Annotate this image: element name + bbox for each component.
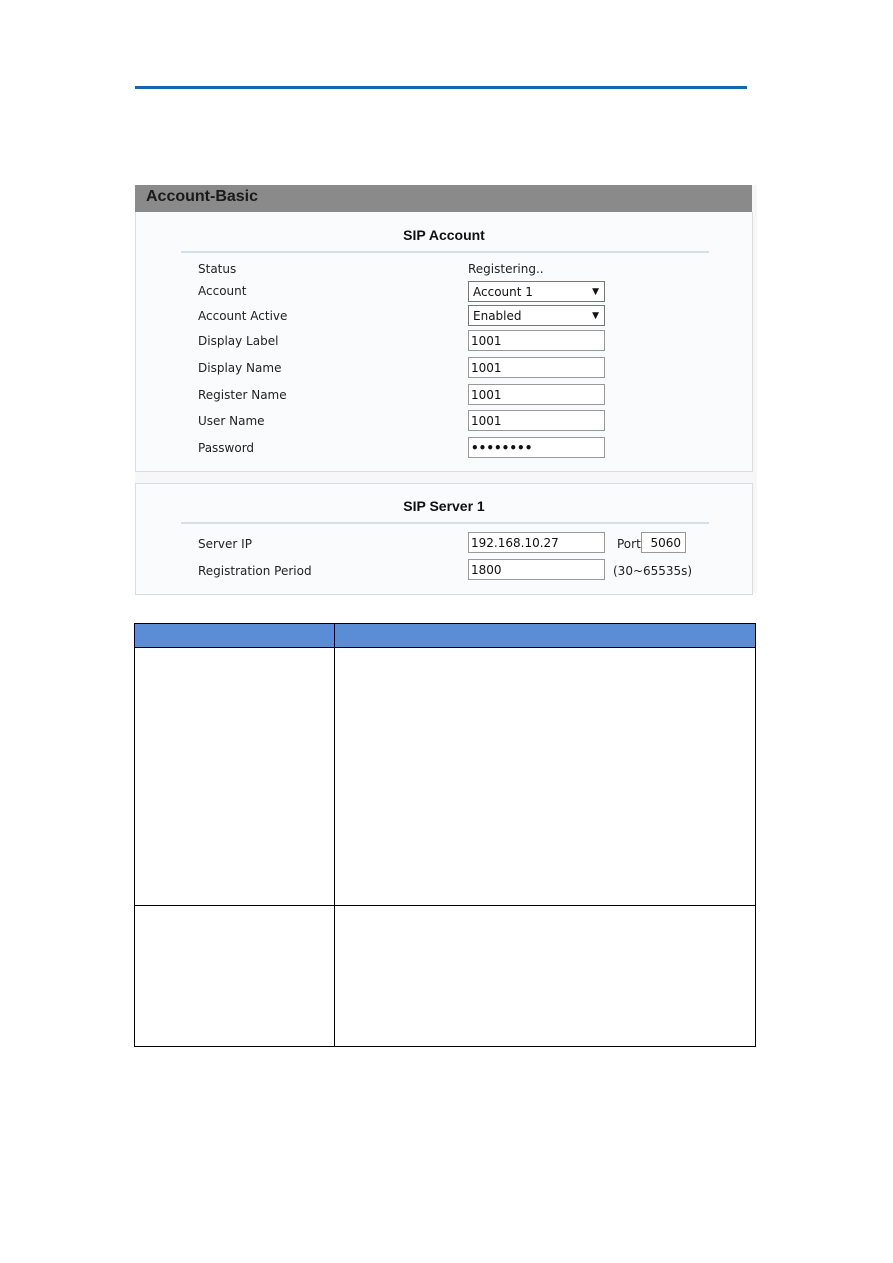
header-cell: [334, 623, 756, 648]
account-select-value: Account 1: [473, 285, 533, 299]
account-basic-screenshot: Account-Basic SIP Account Status Registe…: [135, 185, 757, 595]
status-value: Registering..: [468, 262, 544, 276]
parameter-table: [134, 623, 756, 1047]
display-label-input[interactable]: 1001: [468, 330, 605, 351]
registration-period-label: Registration Period: [198, 564, 312, 578]
register-name-input[interactable]: 1001: [468, 384, 605, 405]
user-name-label: User Name: [198, 414, 265, 428]
section-title: SIP Server 1: [403, 498, 485, 514]
status-label: Status: [198, 262, 237, 276]
account-active-value: Enabled: [473, 309, 522, 323]
section-title: SIP Account: [403, 227, 485, 243]
page-title: Account-Basic: [146, 188, 259, 205]
table-row: [134, 905, 756, 1047]
port-input[interactable]: 5060: [641, 532, 686, 553]
registration-period-input[interactable]: 1800: [468, 559, 605, 580]
header-rule: [135, 86, 747, 89]
server-ip-input[interactable]: 192.168.10.27: [468, 532, 605, 553]
password-label: Password: [198, 441, 255, 455]
table-cell: [334, 647, 756, 906]
table-cell: [134, 647, 335, 906]
password-input[interactable]: ••••••••: [468, 437, 605, 458]
dropdown-arrow-icon: ▼: [592, 311, 599, 321]
header-cell: [134, 623, 335, 648]
register-name-label: Register Name: [198, 388, 287, 402]
port-label: Port: [617, 537, 641, 551]
table-header-row: [134, 623, 756, 648]
display-name-input[interactable]: 1001: [468, 357, 605, 378]
table-row: [134, 647, 756, 906]
page-header-bar: Account-Basic: [135, 185, 752, 212]
server-ip-label: Server IP: [198, 537, 252, 551]
account-label: Account: [198, 284, 247, 298]
table-cell: [334, 905, 756, 1047]
sip-account-panel: SIP Account Status Registering.. Account…: [135, 212, 753, 472]
registration-period-hint: (30~65535s): [613, 564, 693, 578]
account-active-label: Account Active: [198, 309, 288, 323]
display-name-label: Display Name: [198, 361, 282, 375]
sip-server-panel: SIP Server 1 Server IP 192.168.10.27 Por…: [135, 483, 753, 595]
table-cell: [134, 905, 335, 1047]
display-label-label: Display Label: [198, 334, 279, 348]
account-select[interactable]: Account 1 ▼: [468, 281, 605, 302]
divider: [181, 522, 709, 524]
dropdown-arrow-icon: ▼: [592, 287, 599, 297]
divider: [181, 251, 709, 253]
account-active-select[interactable]: Enabled ▼: [468, 305, 605, 326]
user-name-input[interactable]: 1001: [468, 410, 605, 431]
